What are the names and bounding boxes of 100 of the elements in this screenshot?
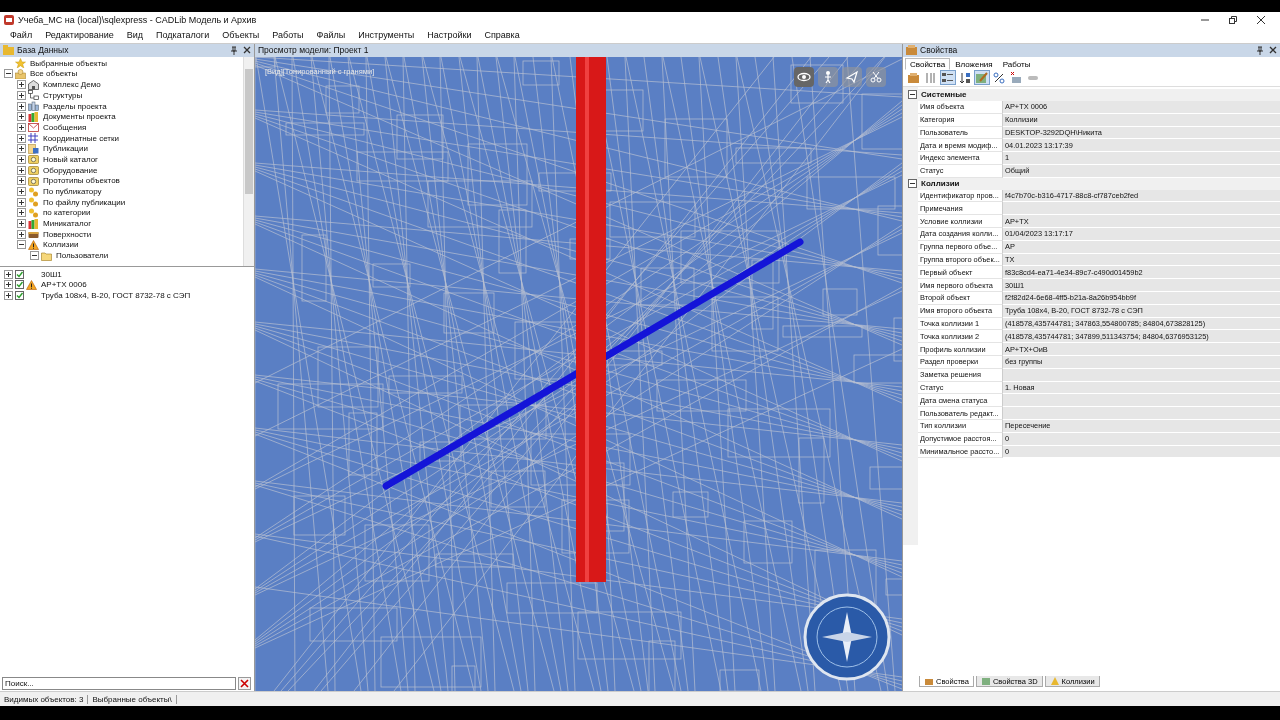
categorized-button[interactable] xyxy=(940,70,956,86)
tree-item[interactable]: Миникаталог xyxy=(41,219,92,229)
expand-icon[interactable] xyxy=(17,144,26,154)
expand-icon[interactable] xyxy=(4,290,13,300)
tree-item[interactable]: Разделы проекта xyxy=(41,101,107,111)
close-icon[interactable] xyxy=(1256,14,1266,25)
collapse-icon[interactable] xyxy=(30,251,39,261)
tree-item[interactable]: По файлу публикации xyxy=(41,197,126,207)
tree-item[interactable]: Пользователи xyxy=(54,251,109,261)
menu-item[interactable]: Настройки xyxy=(427,30,472,41)
scissors-button[interactable] xyxy=(866,66,886,87)
expand-icon[interactable] xyxy=(17,219,26,229)
expand-icon[interactable] xyxy=(4,269,13,279)
tree-item[interactable]: Новый каталог xyxy=(41,154,98,164)
tree-item[interactable]: Публикации xyxy=(41,144,88,154)
grid-icon xyxy=(28,133,39,144)
close-icon[interactable] xyxy=(243,46,251,55)
tab-icon xyxy=(1049,676,1060,687)
eye-button[interactable] xyxy=(794,66,814,87)
pin-icon[interactable] xyxy=(1256,45,1264,55)
menu-item[interactable]: Файлы xyxy=(316,30,346,41)
tree-item[interactable]: По публикатору xyxy=(41,187,102,196)
catalog-icon xyxy=(28,154,39,165)
menu-item[interactable]: Справка xyxy=(484,30,520,41)
tree-item[interactable]: Сообщения xyxy=(41,122,87,132)
collapse-icon[interactable] xyxy=(908,90,917,100)
sort-icon xyxy=(958,70,972,85)
checkbox[interactable] xyxy=(15,280,24,290)
percent-icon xyxy=(992,70,1006,85)
expand-icon[interactable] xyxy=(17,187,26,196)
scrollbar[interactable] xyxy=(243,56,254,266)
expand-icon[interactable] xyxy=(17,101,26,111)
pin-icon[interactable] xyxy=(230,45,238,55)
tab-icon xyxy=(980,676,991,687)
catalog-icon xyxy=(28,165,39,176)
building-icon xyxy=(28,79,39,90)
collapse-icon[interactable] xyxy=(17,240,26,250)
expand-icon[interactable] xyxy=(17,112,26,122)
columns-icon xyxy=(924,70,938,85)
status-text: Видимых объектов: 3 xyxy=(0,694,89,704)
star-icon xyxy=(15,58,26,69)
expand-icon[interactable] xyxy=(17,229,26,239)
expand-icon[interactable] xyxy=(17,80,26,90)
publication-icon xyxy=(28,143,39,154)
tree-item[interactable]: по категории xyxy=(41,208,91,218)
tab[interactable]: Свойства xyxy=(905,57,951,70)
menu-item[interactable]: Файл xyxy=(10,30,33,41)
category-title: Системные xyxy=(921,90,967,100)
menu-item[interactable]: Редактирование xyxy=(45,30,114,41)
percent-button[interactable] xyxy=(991,70,1007,86)
checkbox[interactable] xyxy=(15,269,24,279)
figure-button[interactable] xyxy=(818,66,838,87)
tree-item[interactable]: Оборудование xyxy=(41,165,98,175)
compass-icon[interactable] xyxy=(803,593,891,681)
tab[interactable]: Вложения xyxy=(950,57,998,70)
menu-item[interactable]: Подкаталоги xyxy=(156,30,210,41)
expand-icon[interactable] xyxy=(17,208,26,218)
expand-icon[interactable] xyxy=(17,122,26,132)
tree-item[interactable]: Документы проекта xyxy=(41,112,116,122)
sort-button[interactable] xyxy=(957,70,973,86)
delete-icon xyxy=(1009,70,1023,85)
list-item[interactable]: 30Ш1 xyxy=(39,269,62,279)
panel-title: База Данных xyxy=(17,45,70,56)
restore-icon[interactable] xyxy=(1228,14,1238,25)
collapse-icon[interactable] xyxy=(908,179,917,189)
expand-icon[interactable] xyxy=(17,154,26,164)
paper-plane-icon xyxy=(844,68,860,85)
expand-icon[interactable] xyxy=(17,176,26,186)
checkbox[interactable] xyxy=(15,290,24,300)
categorized-icon xyxy=(941,70,955,85)
clear-icon[interactable] xyxy=(238,677,251,691)
properties-icon xyxy=(906,45,917,56)
search-field[interactable]: Поиск... xyxy=(2,677,236,691)
paper-plane-button[interactable] xyxy=(842,66,862,87)
expand-icon[interactable] xyxy=(4,280,13,290)
envelope-icon xyxy=(28,122,39,133)
tree-item[interactable]: Все объекты xyxy=(28,69,78,79)
menu-item[interactable]: Работы xyxy=(272,30,304,41)
menu-item[interactable]: Вид xyxy=(126,30,143,41)
expand-icon[interactable] xyxy=(17,197,26,207)
list-item[interactable]: Труба 108х4, В-20, ГОСТ 8732-78 с СЭП xyxy=(39,290,191,300)
tree-item[interactable]: Комплекс Демо xyxy=(41,80,101,90)
list-item[interactable]: АР+ТХ 0006 xyxy=(39,280,87,290)
tree-item[interactable]: Координатные сетки xyxy=(41,133,119,143)
tab[interactable]: Работы xyxy=(997,57,1036,70)
edit-button[interactable] xyxy=(974,70,990,86)
expand-icon[interactable] xyxy=(17,90,26,100)
expand-icon[interactable] xyxy=(17,165,26,175)
tree-item[interactable]: Коллизии xyxy=(41,240,79,250)
expand-icon[interactable] xyxy=(17,133,26,143)
tree-item[interactable]: Поверхности xyxy=(41,229,92,239)
collapse-icon[interactable] xyxy=(4,69,13,79)
close-icon[interactable] xyxy=(1269,46,1277,55)
hierarchy-icon xyxy=(28,90,39,101)
tree-item[interactable]: Структуры xyxy=(41,90,83,100)
menu-item[interactable]: Инструменты xyxy=(358,30,415,41)
category-title: Коллизии xyxy=(921,179,960,189)
tree-item[interactable]: Прототипы объектов xyxy=(41,176,120,186)
menu-item[interactable]: Объекты xyxy=(222,30,260,41)
tree-item[interactable]: Выбранные объекты xyxy=(28,58,108,68)
